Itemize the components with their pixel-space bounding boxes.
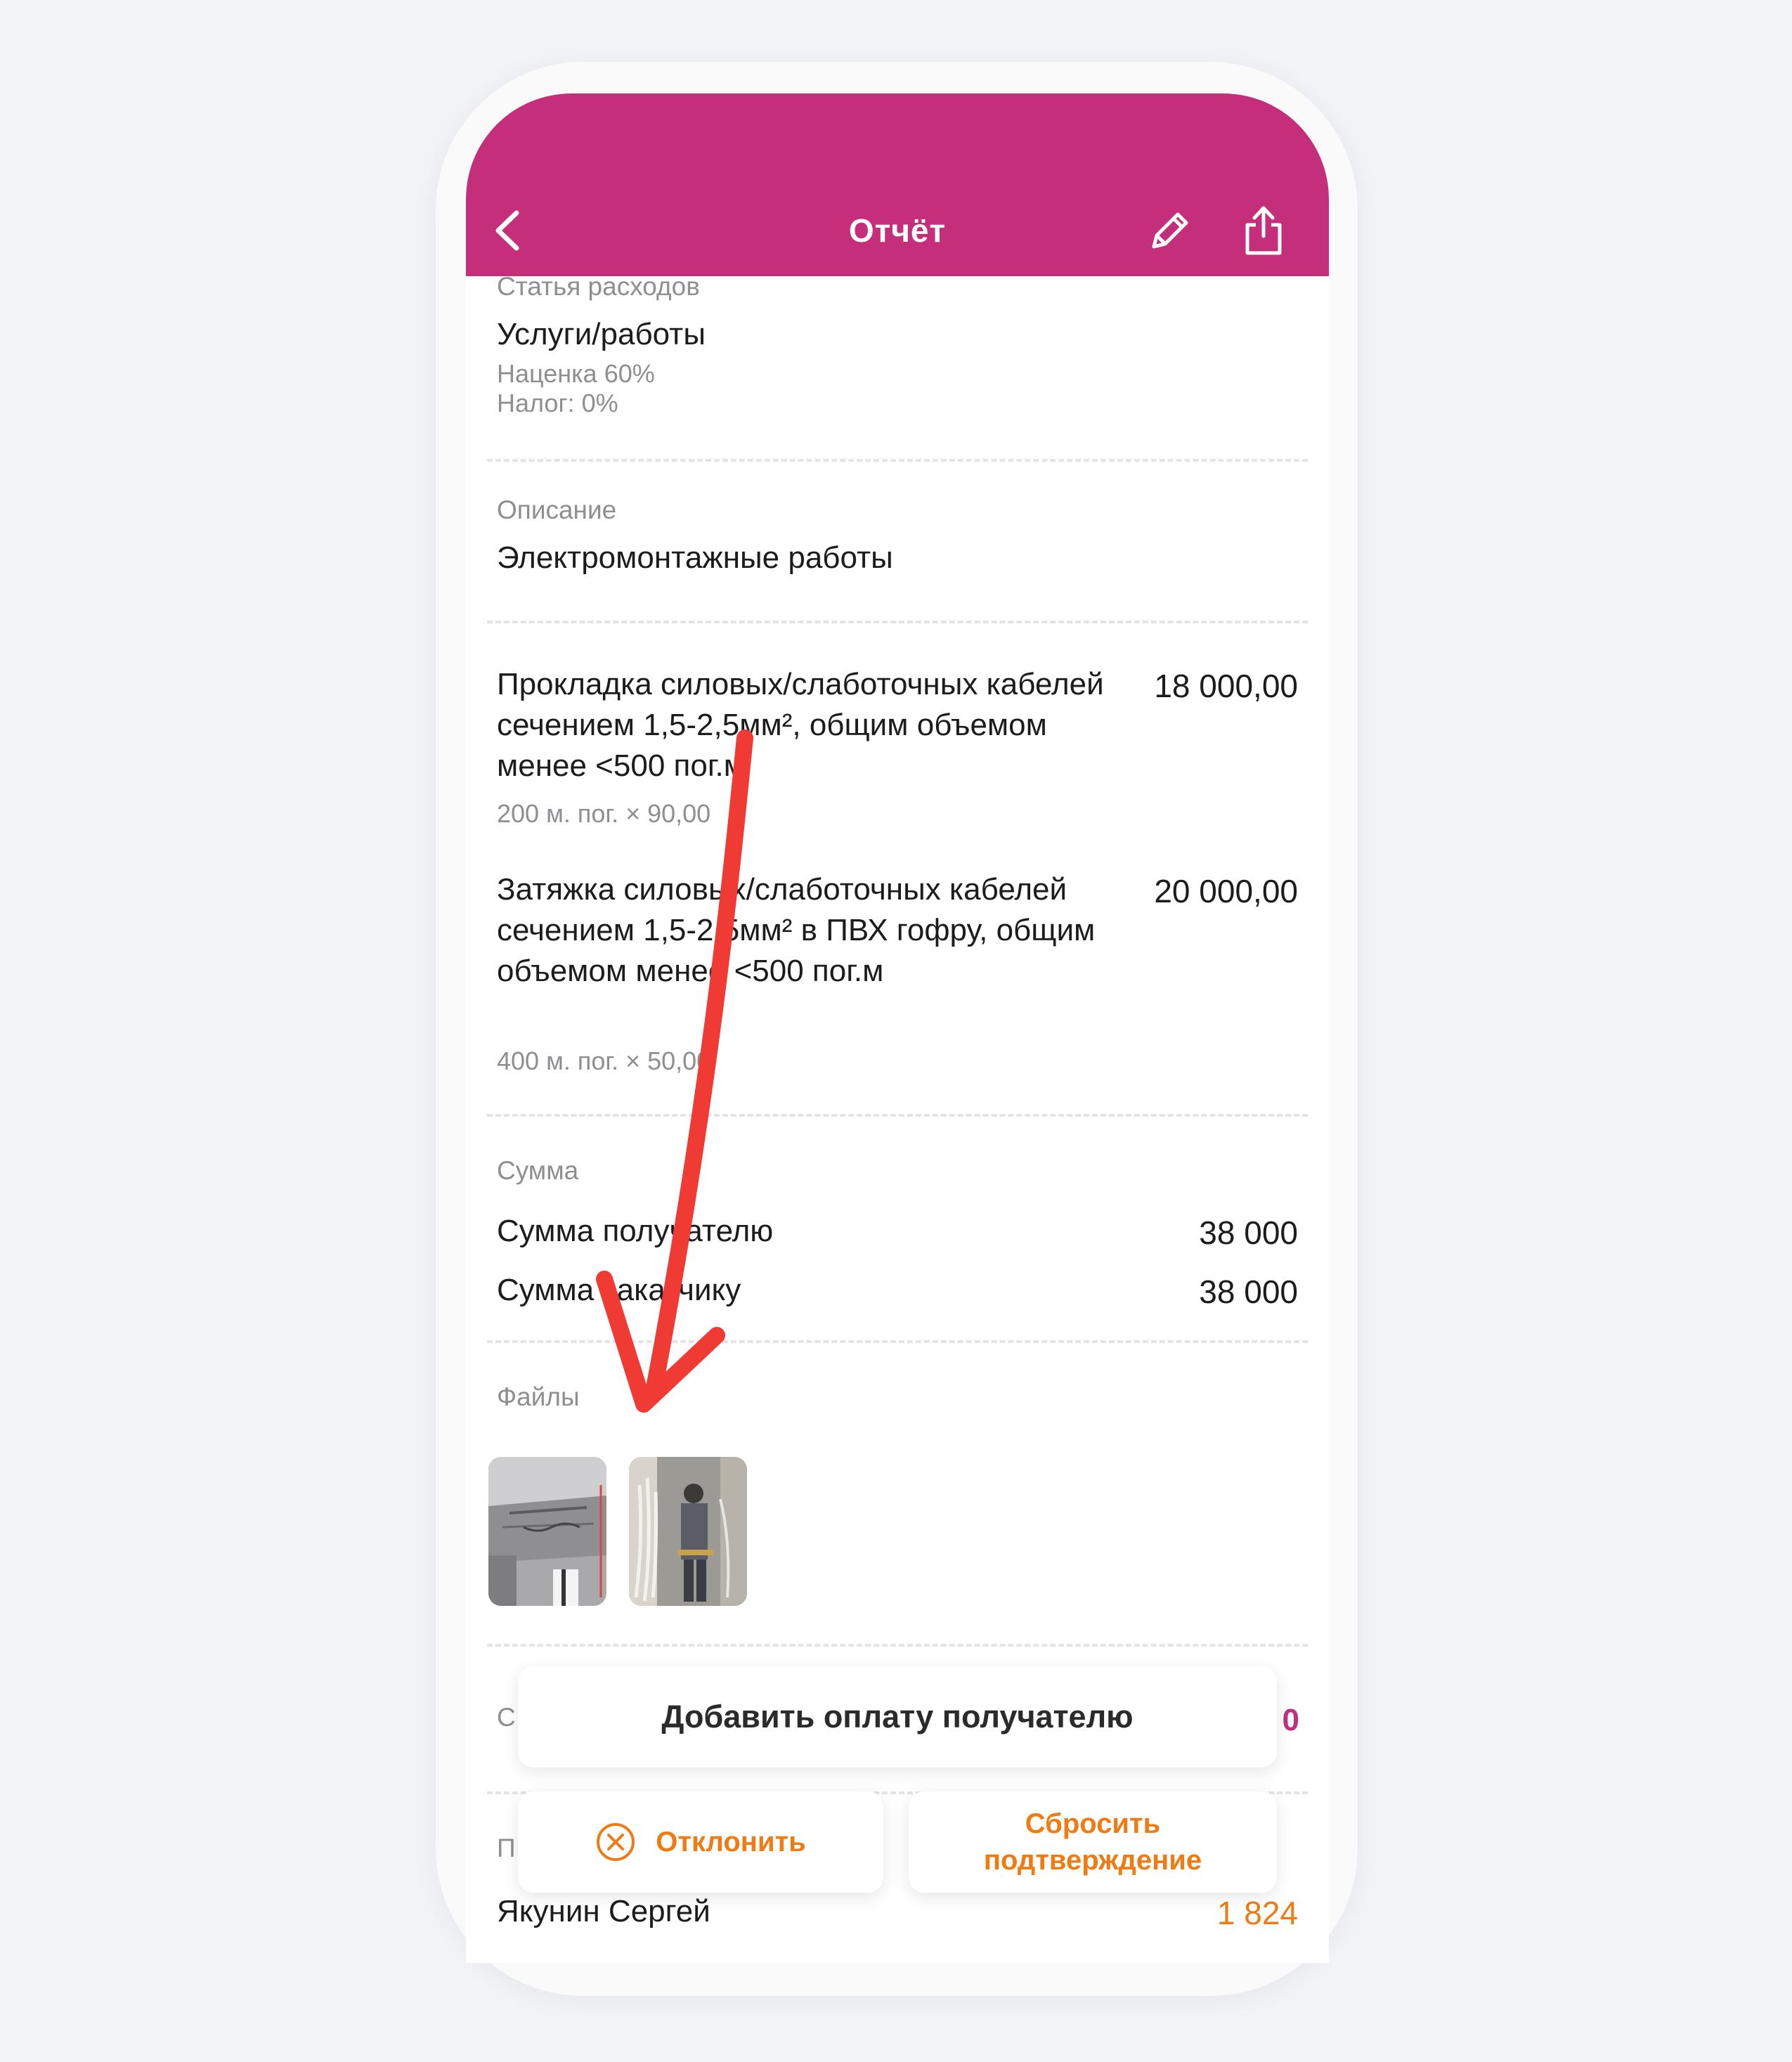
item-amount: 20 000,00 xyxy=(1154,873,1298,909)
expense-label: Статья расходов xyxy=(497,272,700,301)
share-icon[interactable] xyxy=(1239,202,1288,259)
payer-row-label: П xyxy=(497,1834,516,1862)
app-header: Отчёт xyxy=(466,93,1329,276)
sum-label: Сумма xyxy=(497,1156,579,1185)
page-title: Отчёт xyxy=(848,212,947,249)
payer-amount: 1 824 xyxy=(1216,1895,1298,1931)
files-label: Файлы xyxy=(497,1382,580,1411)
reset-label-line1: Сбросить xyxy=(1025,1808,1161,1839)
divider xyxy=(487,1340,1308,1343)
description-label: Описание xyxy=(497,495,617,524)
photo-thumbnail[interactable] xyxy=(629,1457,747,1606)
sum-customer-label: Сумма заказчику xyxy=(497,1273,741,1307)
divider xyxy=(487,621,1308,623)
payer-name: Якунин Сергей xyxy=(497,1894,710,1928)
sum-customer-value: 38 000 xyxy=(1199,1273,1298,1310)
item-amount: 18 000,00 xyxy=(1154,668,1298,704)
divider xyxy=(487,459,1308,462)
item-name: Прокладка силовых/слаботочных кабелей се… xyxy=(497,667,1104,783)
description-value: Электромонтажные работы xyxy=(497,540,893,575)
partial-row-value: 0 xyxy=(1282,1703,1299,1737)
divider xyxy=(487,1114,1308,1117)
tax-text: Налог: 0% xyxy=(497,389,618,417)
divider xyxy=(487,1644,1308,1647)
item-quantity: 400 м. пог. × 50,00 xyxy=(497,1046,711,1075)
item-quantity: 200 м. пог. × 90,00 xyxy=(497,799,711,828)
app-screen: Отчёт Статья расходов Услуги/работы Наце… xyxy=(466,93,1329,1963)
reset-label-line2: подтверждение xyxy=(983,1845,1202,1876)
sum-recipient-value: 38 000 xyxy=(1199,1214,1298,1251)
add-payment-label: Добавить оплату получателю xyxy=(661,1699,1134,1734)
add-payment-button[interactable]: Добавить оплату получателю xyxy=(518,1666,1277,1768)
reset-confirmation-button[interactable]: Сбросить подтверждение xyxy=(909,1791,1277,1893)
photo-thumbnail[interactable] xyxy=(488,1457,606,1606)
sum-recipient-label: Сумма получателю xyxy=(497,1214,774,1248)
pencil-icon[interactable] xyxy=(1144,206,1195,257)
item-name: Затяжка силовых/слаботочных кабелей сече… xyxy=(497,872,1096,988)
partial-row-label: С xyxy=(497,1703,516,1732)
cancel-circle-icon xyxy=(597,1823,635,1861)
reject-button[interactable]: Отклонить xyxy=(518,1791,883,1893)
reject-label: Отклонить xyxy=(656,1827,806,1857)
markup-text: Наценка 60% xyxy=(497,359,655,388)
expense-value: Услуги/работы xyxy=(497,317,706,351)
